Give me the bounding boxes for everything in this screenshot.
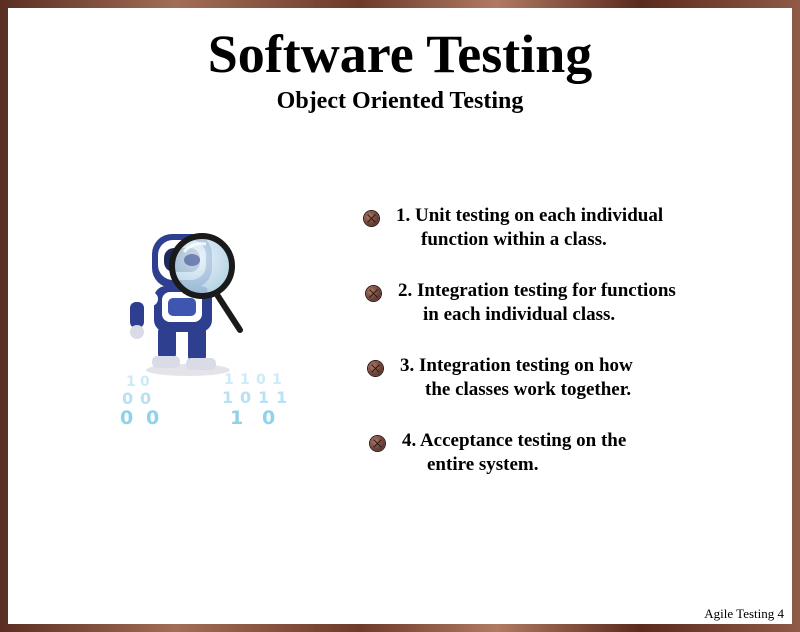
bullet-line: 4. Acceptance testing on the xyxy=(402,430,627,451)
slide-subtitle: Object Oriented Testing xyxy=(276,88,524,114)
binary-digit: 1 xyxy=(230,407,243,429)
binary-digit: 0 xyxy=(262,407,275,429)
bullet-line: 2. Integration testing for functions xyxy=(398,280,676,301)
slide-frame: Software Testing Object Oriented Testing… xyxy=(0,0,800,632)
bullet-text: 4. Acceptance testing on the entire syst… xyxy=(402,429,626,477)
binary-floor: 1 0 1 1 0 1 0 0 1 0 1 1 0 0 1 0 xyxy=(120,372,287,429)
binary-digit: 0 xyxy=(256,372,266,388)
bullet-line: entire system. xyxy=(427,454,539,475)
binary-digit: 0 xyxy=(122,389,133,408)
binary-digit: 0 xyxy=(146,407,159,429)
slide-title: Software Testing xyxy=(207,24,593,84)
binary-digit: 1 xyxy=(258,388,269,407)
bullet-icon xyxy=(364,211,379,226)
bullet-line: function within a class. xyxy=(421,229,607,250)
binary-digit: 0 xyxy=(120,407,133,429)
binary-digit: 0 xyxy=(140,389,151,408)
bullet-line: 1. Unit testing on each individual xyxy=(396,205,664,226)
bullet-line: 3. Integration testing on how xyxy=(400,355,633,376)
bullet-text: 1. Unit testing on each individual funct… xyxy=(396,204,663,252)
robot-magnifier-icon: 1 0 1 1 0 1 0 0 1 0 1 1 0 0 1 0 xyxy=(120,233,287,429)
bullet-icon xyxy=(370,436,385,451)
binary-digit: 1 xyxy=(272,372,282,388)
bullet-line: in each individual class. xyxy=(423,304,616,325)
binary-digit: 1 xyxy=(222,388,233,407)
binary-digit: 1 xyxy=(276,388,287,407)
slide-footer: Agile Testing 4 xyxy=(704,606,784,621)
binary-digit: 0 xyxy=(240,388,251,407)
binary-digit: 1 xyxy=(224,372,234,388)
slide: Software Testing Object Oriented Testing… xyxy=(8,8,792,624)
bullet-icon xyxy=(368,361,383,376)
binary-digit: 1 xyxy=(126,374,136,390)
binary-digit: 1 xyxy=(240,372,250,388)
bullet-text: 3. Integration testing on how the classe… xyxy=(400,354,633,402)
bullet-icon xyxy=(366,286,381,301)
bullet-line: the classes work together. xyxy=(425,379,632,400)
binary-digit: 0 xyxy=(140,374,150,390)
bullet-text: 2. Integration testing for functions in … xyxy=(398,279,676,327)
